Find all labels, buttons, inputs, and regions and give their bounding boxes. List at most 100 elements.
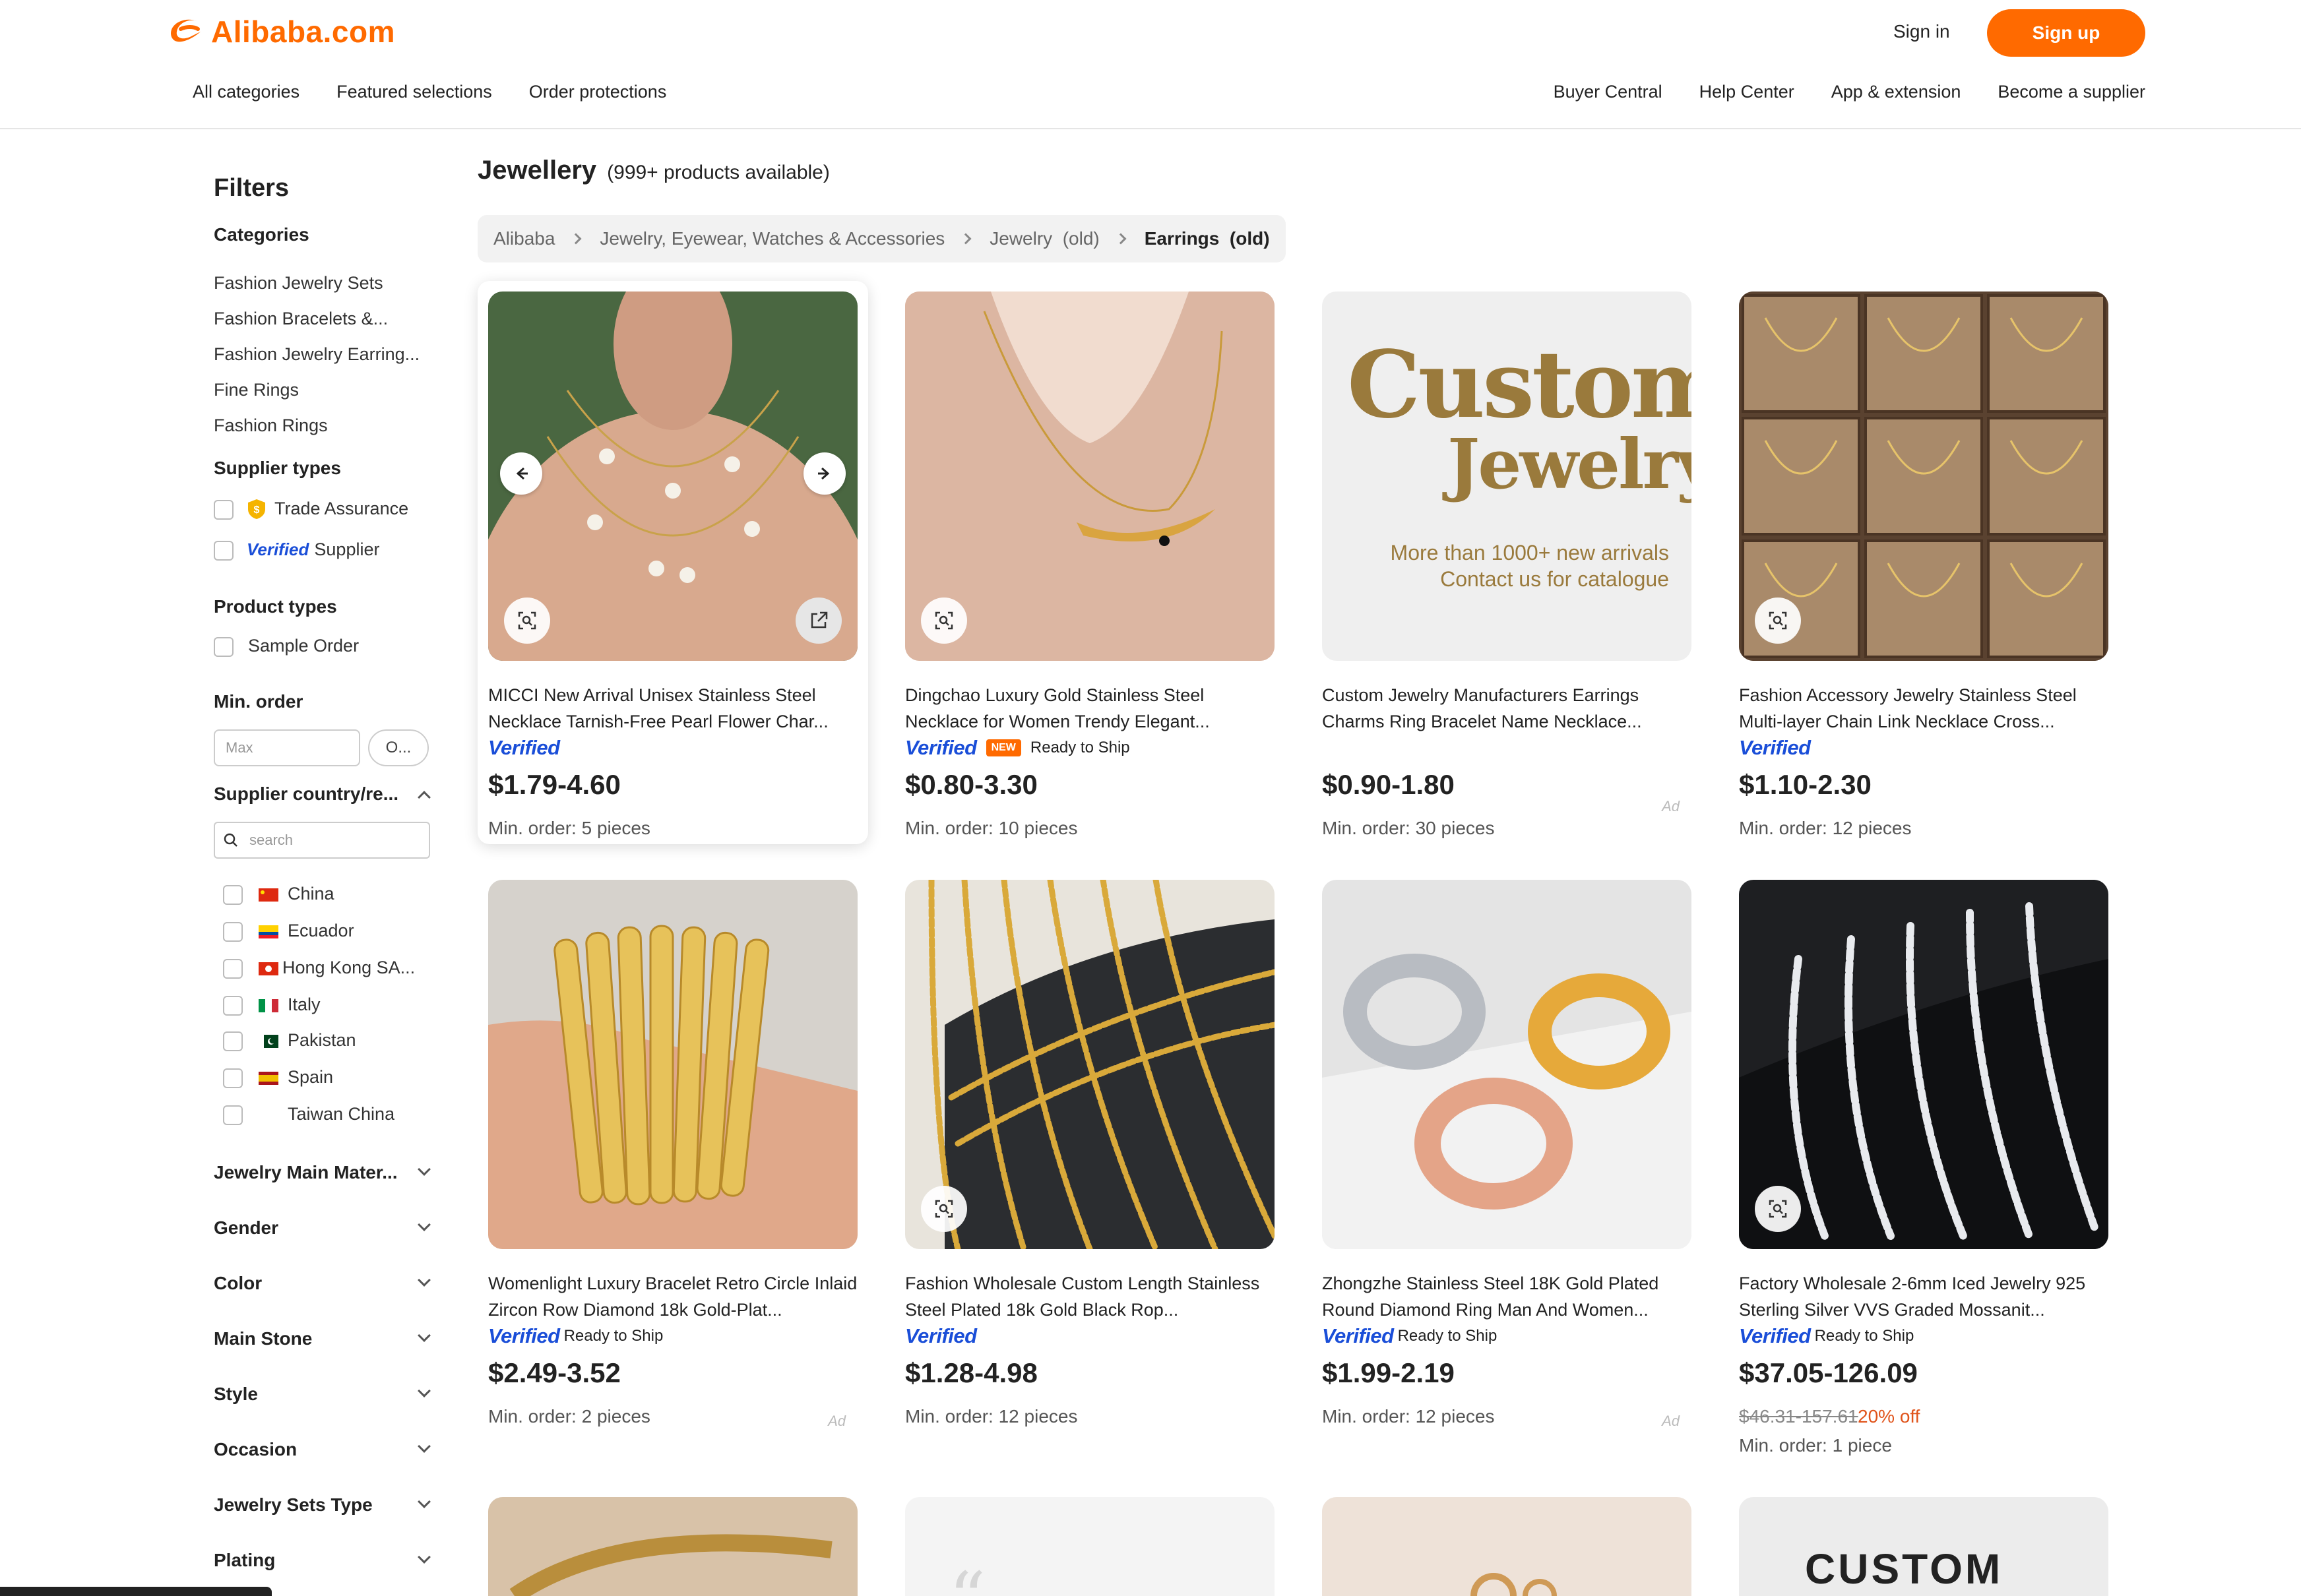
arrow-left-icon[interactable]: [500, 452, 542, 495]
share-icon[interactable]: [796, 598, 842, 644]
country-label: Spain: [288, 1067, 334, 1087]
product-image[interactable]: Custom Jewelry More than 1000+ new arriv…: [1322, 292, 1691, 661]
country-checkbox[interactable]: [223, 959, 243, 979]
country-checkbox[interactable]: [223, 1031, 243, 1051]
product-image-partial[interactable]: [488, 1497, 858, 1596]
verified-supplier-checkbox[interactable]: [214, 541, 234, 561]
page-title: Jewellery (999+ products available): [478, 156, 830, 185]
breadcrumb-item[interactable]: Jewelry (old): [990, 228, 1099, 249]
hong-kong-flag-icon: [259, 962, 278, 975]
category-item[interactable]: Fashion Jewelry Earring...: [214, 344, 431, 365]
product-count: (999+ products available): [607, 162, 830, 183]
min-order-input[interactable]: Max: [214, 729, 360, 766]
country-checkbox[interactable]: [223, 996, 243, 1016]
product-image[interactable]: [905, 880, 1275, 1249]
product-image-partial[interactable]: CUSTOM: [1739, 1497, 2108, 1596]
bracelet-photo: [488, 880, 858, 1249]
chevron-right-icon: [570, 233, 582, 245]
image-search-icon[interactable]: [921, 1186, 967, 1232]
style-filter-heading[interactable]: Style: [214, 1384, 258, 1405]
chevron-down-icon[interactable]: [418, 1218, 431, 1231]
product-image[interactable]: [488, 292, 858, 661]
product-image[interactable]: [1322, 880, 1691, 1249]
product-title[interactable]: MICCI New Arrival Unisex Stainless Steel…: [488, 682, 858, 735]
country-checkbox[interactable]: [223, 1105, 243, 1125]
nav-app-extension[interactable]: App & extension: [1831, 82, 1961, 102]
country-checkbox[interactable]: [223, 885, 243, 905]
product-card[interactable]: Dingchao Luxury Gold Stainless Steel Nec…: [895, 281, 1285, 844]
product-card[interactable]: Factory Wholesale 2-6mm Iced Jewelry 925…: [1728, 869, 2119, 1463]
nav-all-categories[interactable]: All categories: [193, 82, 299, 102]
product-title[interactable]: Fashion Accessory Jewelry Stainless Stee…: [1739, 682, 2108, 735]
sample-order-checkbox[interactable]: [214, 637, 234, 657]
min-order: Min. order: 5 pieces: [488, 818, 650, 838]
breadcrumb-item[interactable]: Alibaba: [493, 228, 555, 249]
product-card[interactable]: Custom Jewelry More than 1000+ new arriv…: [1311, 281, 1702, 844]
product-card[interactable]: Fashion Accessory Jewelry Stainless Stee…: [1728, 281, 2119, 844]
gender-filter-heading[interactable]: Gender: [214, 1217, 278, 1239]
chevron-down-icon[interactable]: [418, 1329, 431, 1342]
product-image-partial[interactable]: “: [905, 1497, 1275, 1596]
product-card[interactable]: Zhongzhe Stainless Steel 18K Gold Plated…: [1311, 869, 1702, 1463]
image-search-icon[interactable]: [1755, 598, 1801, 644]
image-search-icon[interactable]: [921, 598, 967, 644]
alibaba-logo[interactable]: Alibaba.com: [164, 12, 395, 51]
chevron-down-icon[interactable]: [418, 1550, 431, 1564]
category-item[interactable]: Fine Rings: [214, 380, 431, 400]
nav-become-supplier[interactable]: Become a supplier: [1998, 82, 2145, 102]
product-title[interactable]: Zhongzhe Stainless Steel 18K Gold Plated…: [1322, 1270, 1691, 1323]
country-search-placeholder: search: [249, 832, 294, 848]
product-image[interactable]: [1739, 292, 2108, 661]
product-image[interactable]: [1739, 880, 2108, 1249]
trade-assurance-label: Trade Assurance: [274, 499, 409, 518]
product-image[interactable]: [905, 292, 1275, 661]
product-title[interactable]: Factory Wholesale 2-6mm Iced Jewelry 925…: [1739, 1270, 2108, 1323]
breadcrumb-item[interactable]: Jewelry, Eyewear, Watches & Accessories: [600, 228, 945, 249]
category-item[interactable]: Fashion Rings: [214, 415, 431, 436]
product-title[interactable]: Fashion Wholesale Custom Length Stainles…: [905, 1270, 1275, 1323]
chevron-down-icon[interactable]: [418, 1163, 431, 1176]
nav-featured-selections[interactable]: Featured selections: [336, 82, 492, 102]
quote-icon: “: [949, 1556, 986, 1596]
plating-filter-heading[interactable]: Plating: [214, 1550, 275, 1571]
chevron-down-icon[interactable]: [418, 1495, 431, 1508]
min-order-ok-button[interactable]: O...: [368, 729, 429, 766]
country-search-input[interactable]: search: [214, 822, 430, 859]
nav-buyer-central[interactable]: Buyer Central: [1554, 82, 1662, 102]
category-item[interactable]: Fashion Bracelets &...: [214, 309, 431, 329]
product-image[interactable]: [488, 880, 858, 1249]
material-filter-heading[interactable]: Jewelry Main Mater...: [214, 1162, 412, 1183]
chevron-down-icon[interactable]: [418, 1384, 431, 1397]
country-heading[interactable]: Supplier country/re...: [214, 783, 412, 805]
arrow-right-icon[interactable]: [804, 452, 846, 495]
verified-badge: Verified: [1739, 736, 1811, 759]
chevron-down-icon[interactable]: [418, 1440, 431, 1453]
image-search-icon[interactable]: [504, 598, 550, 644]
product-title[interactable]: Custom Jewelry Manufacturers Earrings Ch…: [1322, 682, 1691, 735]
breadcrumb: Alibaba Jewelry, Eyewear, Watches & Acce…: [478, 215, 1286, 262]
country-checkbox[interactable]: [223, 1068, 243, 1088]
occasion-filter-heading[interactable]: Occasion: [214, 1439, 297, 1460]
country-label: Ecuador: [288, 921, 354, 940]
product-image-partial[interactable]: [1322, 1497, 1691, 1596]
category-item[interactable]: Fashion Jewelry Sets: [214, 273, 431, 293]
country-checkbox[interactable]: [223, 922, 243, 942]
product-title[interactable]: Womenlight Luxury Bracelet Retro Circle …: [488, 1270, 858, 1323]
product-card[interactable]: Fashion Wholesale Custom Length Stainles…: [895, 869, 1285, 1463]
product-card[interactable]: MICCI New Arrival Unisex Stainless Steel…: [478, 281, 868, 844]
sign-in-link[interactable]: Sign in: [1893, 21, 1950, 42]
product-title[interactable]: Dingchao Luxury Gold Stainless Steel Nec…: [905, 682, 1275, 735]
product-card[interactable]: Womenlight Luxury Bracelet Retro Circle …: [478, 869, 868, 1463]
nav-help-center[interactable]: Help Center: [1699, 82, 1794, 102]
sample-order-label: Sample Order: [248, 636, 360, 656]
image-search-icon[interactable]: [1755, 1186, 1801, 1232]
color-filter-heading[interactable]: Color: [214, 1273, 262, 1294]
trade-assurance-checkbox[interactable]: [214, 500, 234, 520]
main-stone-filter-heading[interactable]: Main Stone: [214, 1328, 312, 1349]
chevron-down-icon[interactable]: [418, 1274, 431, 1287]
bottom-toast-bar: [0, 1587, 272, 1596]
jewelry-sets-type-filter-heading[interactable]: Jewelry Sets Type: [214, 1494, 373, 1516]
chevron-up-icon[interactable]: [418, 791, 431, 804]
sign-up-button[interactable]: Sign up: [1987, 9, 2145, 57]
nav-order-protections[interactable]: Order protections: [529, 82, 667, 102]
